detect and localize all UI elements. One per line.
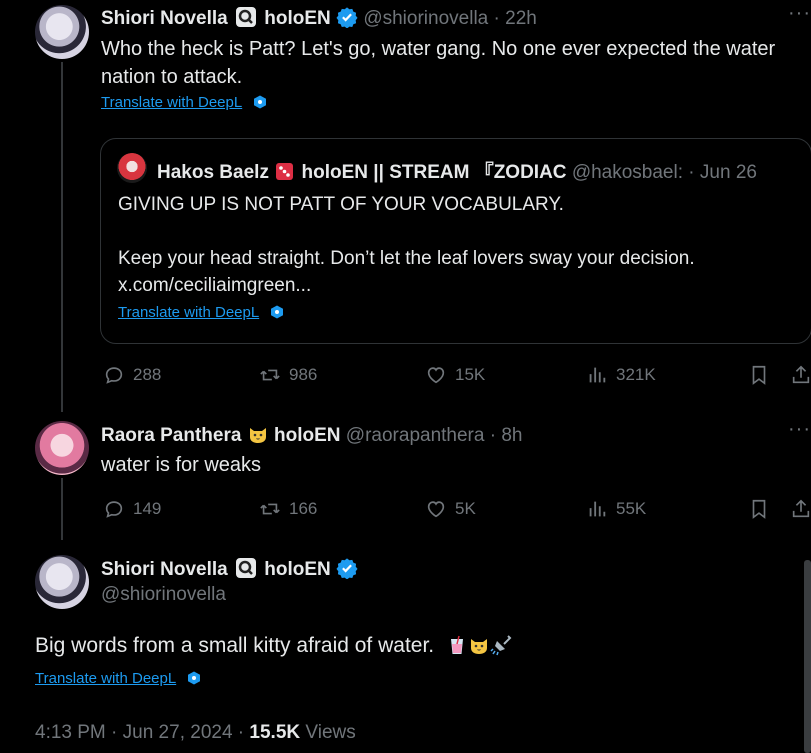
separator: · <box>489 425 497 446</box>
thread-line <box>61 62 63 412</box>
quote-header: Hakos Baelz holoEN || STREAM 『ZODIAC @ha… <box>157 157 807 184</box>
bookmark-button[interactable] <box>748 364 778 386</box>
tweet-text: water is for weaks <box>101 454 262 476</box>
tweet-meta: 4:13 PM · Jun 27, 2024 · 15.5K Views <box>35 722 356 744</box>
repost-count: 166 <box>289 499 318 518</box>
handle[interactable]: @raorapanthera <box>346 425 485 446</box>
translate-label[interactable]: Translate with DeepL <box>118 304 259 321</box>
display-name[interactable]: Shiori Novella <box>101 8 228 29</box>
magnifier-icon <box>235 7 256 27</box>
like-count: 5K <box>455 499 476 518</box>
deepl-icon <box>270 305 283 319</box>
like-button[interactable]: 15K <box>425 364 485 386</box>
bookmark-icon <box>752 499 766 519</box>
views-button[interactable]: 55K <box>586 498 646 520</box>
handle[interactable]: @shiorinovella <box>101 584 226 606</box>
quote-text: GIVING UP IS NOT PATT OF YOUR VOCABULARY… <box>118 191 695 299</box>
avatar[interactable] <box>35 421 89 475</box>
tweet-text-line: nation to attack. <box>101 66 243 88</box>
tweet-header: Raora Panthera holoEN @raorapanthera · 8… <box>101 423 522 447</box>
reply-button[interactable]: 288 <box>103 364 161 386</box>
translate-label[interactable]: Translate with DeepL <box>101 94 242 111</box>
like-count: 15K <box>455 365 486 384</box>
share-icon <box>792 365 810 384</box>
quoted-tweet[interactable]: Hakos Baelz holoEN || STREAM 『ZODIAC @ha… <box>100 138 811 344</box>
translate-link[interactable]: Translate with DeepL <box>101 94 267 112</box>
timestamp[interactable]: 22h <box>505 8 537 29</box>
display-name[interactable]: Shiori Novella <box>101 559 228 580</box>
tweet-header: Shiori Novella holoEN @shiorinovella · 2… <box>101 6 537 30</box>
quote-link: x.com/ceciliaimgreen... <box>118 275 312 296</box>
post-timestamp[interactable]: 4:13 PM · Jun 27, 2024 · <box>35 722 244 743</box>
thread-line <box>61 478 63 540</box>
quote-date: · Jun 26 <box>688 162 757 183</box>
translate-label[interactable]: Translate with DeepL <box>35 670 176 687</box>
like-button[interactable]: 5K <box>425 498 476 520</box>
repost-icon <box>260 369 280 381</box>
handle[interactable]: @shiorinovella <box>363 8 488 29</box>
repost-button[interactable]: 166 <box>259 498 317 520</box>
tweet-text: Big words from a small kitty afraid of w… <box>35 634 435 657</box>
heart-icon <box>427 501 445 518</box>
dice-icon <box>276 163 294 180</box>
views-label: Views <box>305 722 356 743</box>
affiliation: holoEN <box>264 8 331 29</box>
cup-icon <box>450 635 463 654</box>
magnifier-icon <box>235 558 256 578</box>
verified-badge-icon <box>336 7 358 28</box>
deepl-icon <box>253 95 266 109</box>
quote-line: Keep your head straight. Don’t let the l… <box>118 248 695 269</box>
quote-line: GIVING UP IS NOT PATT OF YOUR VOCABULARY… <box>118 194 564 215</box>
translate-link[interactable]: Translate with DeepL <box>35 670 201 688</box>
more-options-icon[interactable]: ··· <box>788 418 811 441</box>
repost-button[interactable]: 986 <box>259 364 317 386</box>
views-button[interactable]: 321K <box>586 364 656 386</box>
views-count: 55K <box>616 499 647 518</box>
avatar[interactable] <box>35 5 89 59</box>
views-count: 15.5K <box>249 722 301 743</box>
shower-icon <box>490 635 512 656</box>
views-icon <box>589 367 606 383</box>
tweet-text-line: Who the heck is Patt? Let's go, water ga… <box>101 38 776 60</box>
reply-icon <box>105 367 123 384</box>
bookmark-button[interactable] <box>748 498 778 520</box>
reply-count: 288 <box>133 365 162 384</box>
views-icon <box>589 501 606 517</box>
affiliation: holoEN <box>274 425 341 446</box>
bookmark-icon <box>752 365 766 385</box>
display-name: Hakos Baelz <box>157 162 269 183</box>
separator: · <box>493 8 500 29</box>
cat-face-icon <box>249 428 266 443</box>
reply-button[interactable]: 149 <box>103 498 161 520</box>
repost-icon <box>260 503 280 515</box>
cat-face-icon <box>470 639 487 654</box>
repost-count: 986 <box>289 365 318 384</box>
heart-icon <box>427 367 445 384</box>
display-name[interactable]: Raora Panthera <box>101 425 241 446</box>
timestamp[interactable]: 8h <box>501 425 522 446</box>
deepl-icon <box>187 671 200 685</box>
translate-link[interactable]: Translate with DeepL <box>118 304 284 322</box>
handle: @hakosbael: <box>571 162 684 183</box>
share-button[interactable] <box>790 364 811 386</box>
affiliation: holoEN <box>264 559 331 580</box>
tweet-text: Who the heck is Patt? Let's go, water ga… <box>101 35 811 91</box>
share-button[interactable] <box>790 498 811 520</box>
avatar[interactable] <box>35 555 89 609</box>
more-options-icon[interactable]: ··· <box>788 2 811 25</box>
reply-count: 149 <box>133 499 162 518</box>
views-count: 321K <box>616 365 656 384</box>
verified-badge-icon <box>336 558 358 579</box>
reply-icon <box>105 501 123 518</box>
main-tweet-text: Big words from a small kitty afraid of w… <box>35 632 512 660</box>
tweet-header: Shiori Novella holoEN <box>101 557 358 581</box>
share-icon <box>792 499 810 518</box>
affiliation: holoEN || STREAM 『ZODIAC <box>301 162 567 183</box>
scrollbar-thumb[interactable] <box>804 560 811 753</box>
avatar[interactable] <box>117 153 147 183</box>
